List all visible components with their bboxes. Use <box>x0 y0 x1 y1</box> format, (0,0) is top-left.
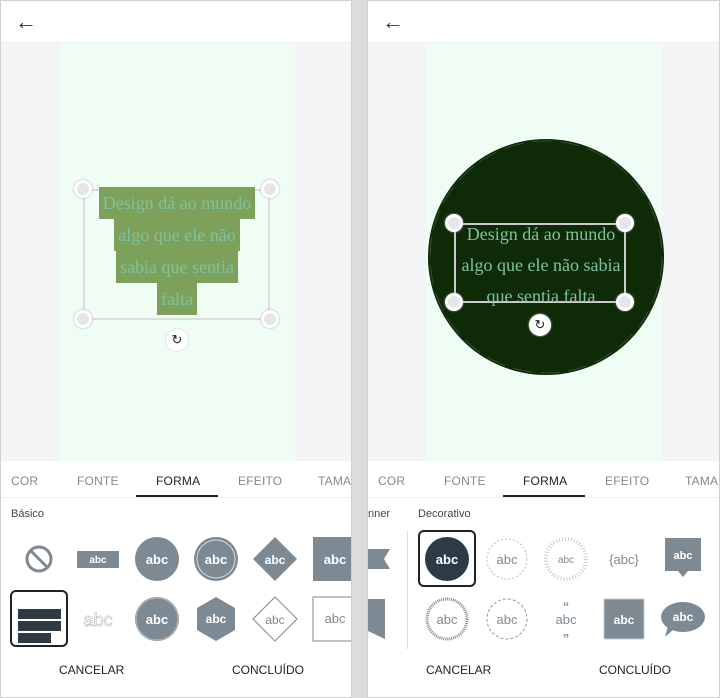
selected-shape-indicator <box>418 530 476 587</box>
shape-circle[interactable]: abc <box>135 537 179 581</box>
text-line: falta <box>157 283 197 315</box>
resize-handle[interactable] <box>74 180 92 198</box>
text-line: sabia que sentia <box>116 251 238 283</box>
no-shape-icon[interactable] <box>25 545 53 573</box>
left-screen: ← Design dá ao mundo algo que ele não sa… <box>0 0 352 698</box>
design-page: Design dá ao mundo algo que ele não sabi… <box>59 43 295 461</box>
active-tab-indicator <box>503 495 585 497</box>
resize-handle[interactable] <box>74 310 92 328</box>
shape-speech-bubble[interactable]: abc <box>661 602 705 637</box>
done-button[interactable]: CONCLUÍDO <box>599 663 671 677</box>
tab-bar: COR FONTE FORMA EFEITO TAMA <box>368 461 719 498</box>
tab-fonte[interactable]: FONTE <box>444 474 486 488</box>
text-line: algo que ele não sabia <box>461 255 621 275</box>
back-arrow-icon[interactable]: ← <box>15 9 37 35</box>
tab-tamanho[interactable]: TAMA <box>318 474 351 488</box>
svg-text:abc: abc <box>205 552 227 567</box>
svg-text:abc: abc <box>556 612 577 627</box>
svg-text:abc: abc <box>673 610 694 624</box>
svg-text:”: ” <box>563 631 570 646</box>
svg-text:abc: abc <box>325 611 346 626</box>
section-label: Decorativo <box>418 508 471 520</box>
svg-text:abc: abc <box>324 552 346 567</box>
svg-text:{abc}: {abc} <box>609 552 639 567</box>
svg-text:abc: abc <box>437 612 458 627</box>
tab-cor[interactable]: COR <box>11 474 38 488</box>
selected-shape-indicator <box>10 590 68 647</box>
tab-cor[interactable]: COR <box>378 474 405 488</box>
text-element[interactable]: Design dá ao mundo algo que ele não sabi… <box>59 187 295 315</box>
svg-text:abc: abc <box>614 613 635 627</box>
rotate-icon[interactable]: ↻ <box>529 314 551 336</box>
shape-diamond[interactable]: abc <box>253 537 297 581</box>
svg-text:abc: abc <box>83 610 112 630</box>
resize-handle[interactable] <box>445 293 463 311</box>
svg-text:abc: abc <box>497 612 518 627</box>
tab-forma[interactable]: FORMA <box>156 474 200 488</box>
shape-banner-flag[interactable] <box>368 599 385 639</box>
svg-text:abc: abc <box>265 613 284 627</box>
active-tab-indicator <box>136 495 218 497</box>
shape-diamond-outline[interactable]: abc <box>252 596 298 642</box>
shape-ring-circle[interactable]: abc <box>425 597 469 641</box>
tab-tamanho[interactable]: TAMA <box>685 474 718 488</box>
resize-handle[interactable] <box>445 214 463 232</box>
text-line: Design dá ao mundo <box>466 224 616 244</box>
svg-text:abc: abc <box>89 555 107 566</box>
shape-wreath-circle[interactable]: abc <box>486 538 528 580</box>
svg-text:abc: abc <box>558 555 574 566</box>
shape-dotted-text[interactable]: abc <box>83 610 113 631</box>
shape-square-outline[interactable]: abc <box>312 596 352 642</box>
shape-hexagon[interactable]: abc <box>197 597 235 641</box>
tab-forma[interactable]: FORMA <box>523 474 567 488</box>
tab-efeito[interactable]: EFEITO <box>605 474 649 488</box>
right-screen: ← Design dá ao mundo algo que ele não sa… <box>367 0 720 698</box>
svg-text:abc: abc <box>674 550 693 562</box>
header: ← <box>368 1 719 43</box>
shape-ornate-square[interactable]: abc <box>603 598 645 640</box>
text-line: algo que ele não <box>114 219 240 251</box>
svg-text:abc: abc <box>146 552 168 567</box>
svg-text:abc: abc <box>206 612 227 626</box>
cancel-button[interactable]: CANCELAR <box>59 663 124 677</box>
shape-circle-outlined[interactable]: abc <box>194 537 238 581</box>
done-button[interactable]: CONCLUÍDO <box>232 663 304 677</box>
rotate-icon[interactable]: ↻ <box>166 329 188 351</box>
resize-handle[interactable] <box>261 310 279 328</box>
resize-handle[interactable] <box>616 293 634 311</box>
tab-efeito[interactable]: EFEITO <box>238 474 282 488</box>
canvas: Design dá ao mundo algo que ele não sabi… <box>1 43 351 461</box>
section-label-banner: nner <box>368 508 391 520</box>
shape-sunburst[interactable]: abc <box>544 537 588 581</box>
back-arrow-icon[interactable]: ← <box>382 9 404 35</box>
header: ← <box>1 1 351 43</box>
shape-square[interactable]: abc <box>313 537 352 581</box>
shape-banner-dashed[interactable]: abc <box>77 551 119 568</box>
svg-text:abc: abc <box>265 553 286 567</box>
tab-bar: COR FONTE FORMA EFEITO TAMA <box>1 461 351 498</box>
shape-laurel[interactable]: {abc} <box>609 552 639 567</box>
shape-quotes[interactable]: “abc” <box>556 599 577 646</box>
shape-circle-ring[interactable]: abc <box>135 597 179 641</box>
text-element[interactable]: Design dá ao mundo algo que ele não sabi… <box>446 219 636 312</box>
resize-handle[interactable] <box>261 180 279 198</box>
shape-banner-ribbon[interactable] <box>368 549 390 569</box>
text-line: Design dá ao mundo <box>98 187 256 219</box>
shape-floral-circle[interactable]: abc <box>486 598 528 640</box>
cancel-button[interactable]: CANCELAR <box>426 663 491 677</box>
tab-fonte[interactable]: FONTE <box>77 474 119 488</box>
svg-text:abc: abc <box>146 612 168 627</box>
text-line: que sentia falta <box>486 286 596 306</box>
shape-speech-box[interactable]: abc <box>665 538 701 577</box>
resize-handle[interactable] <box>616 214 634 232</box>
section-label: Básico <box>11 508 45 520</box>
canvas: Design dá ao mundo algo que ele não sabi… <box>368 43 719 461</box>
svg-text:abc: abc <box>497 552 518 567</box>
